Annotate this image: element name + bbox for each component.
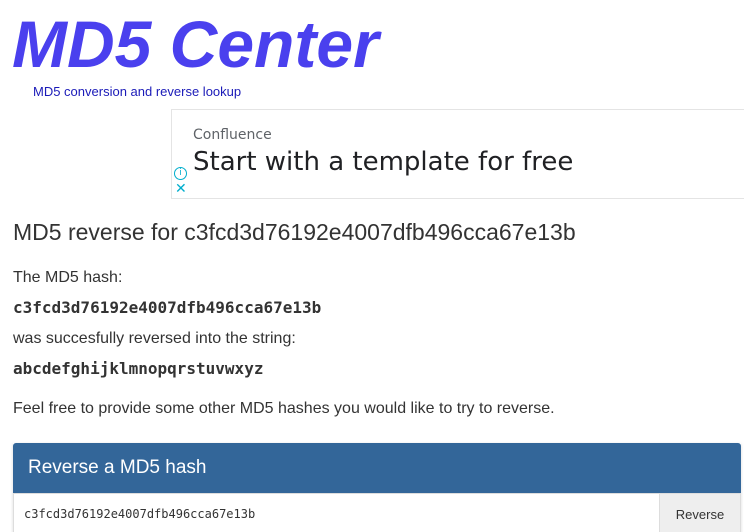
hash-input[interactable] <box>13 493 659 532</box>
close-icon[interactable]: ✕ <box>175 182 187 196</box>
panel-title: Reverse a MD5 hash <box>13 443 741 493</box>
reverse-panel: Reverse a MD5 hash Reverse <box>13 443 741 532</box>
ad-headline[interactable]: Start with a template for free <box>193 147 573 177</box>
invite-text: Feel free to provide some other MD5 hash… <box>13 400 555 417</box>
page: MD5 Center MD5 conversion and reverse lo… <box>0 0 744 532</box>
reversed-string: abcdefghijklmnopqrstuvwxyz <box>13 359 264 378</box>
page-title: MD5 reverse for c3fcd3d76192e4007dfb496c… <box>13 219 576 245</box>
panel-body: Reverse <box>13 493 741 532</box>
site-logo[interactable]: MD5 Center <box>12 4 379 84</box>
reversed-intro-text: was succesfully reversed into the string… <box>13 330 296 347</box>
hash-intro-text: The MD5 hash: <box>13 269 123 286</box>
ad-brand[interactable]: Confluence <box>193 127 272 143</box>
site-tagline: MD5 conversion and reverse lookup <box>33 84 242 99</box>
hash-value: c3fcd3d76192e4007dfb496cca67e13b <box>13 298 322 317</box>
reverse-button[interactable]: Reverse <box>659 493 741 532</box>
info-icon[interactable]: i <box>174 167 187 180</box>
ad-banner[interactable]: Confluence Start with a template for fre… <box>171 109 744 199</box>
